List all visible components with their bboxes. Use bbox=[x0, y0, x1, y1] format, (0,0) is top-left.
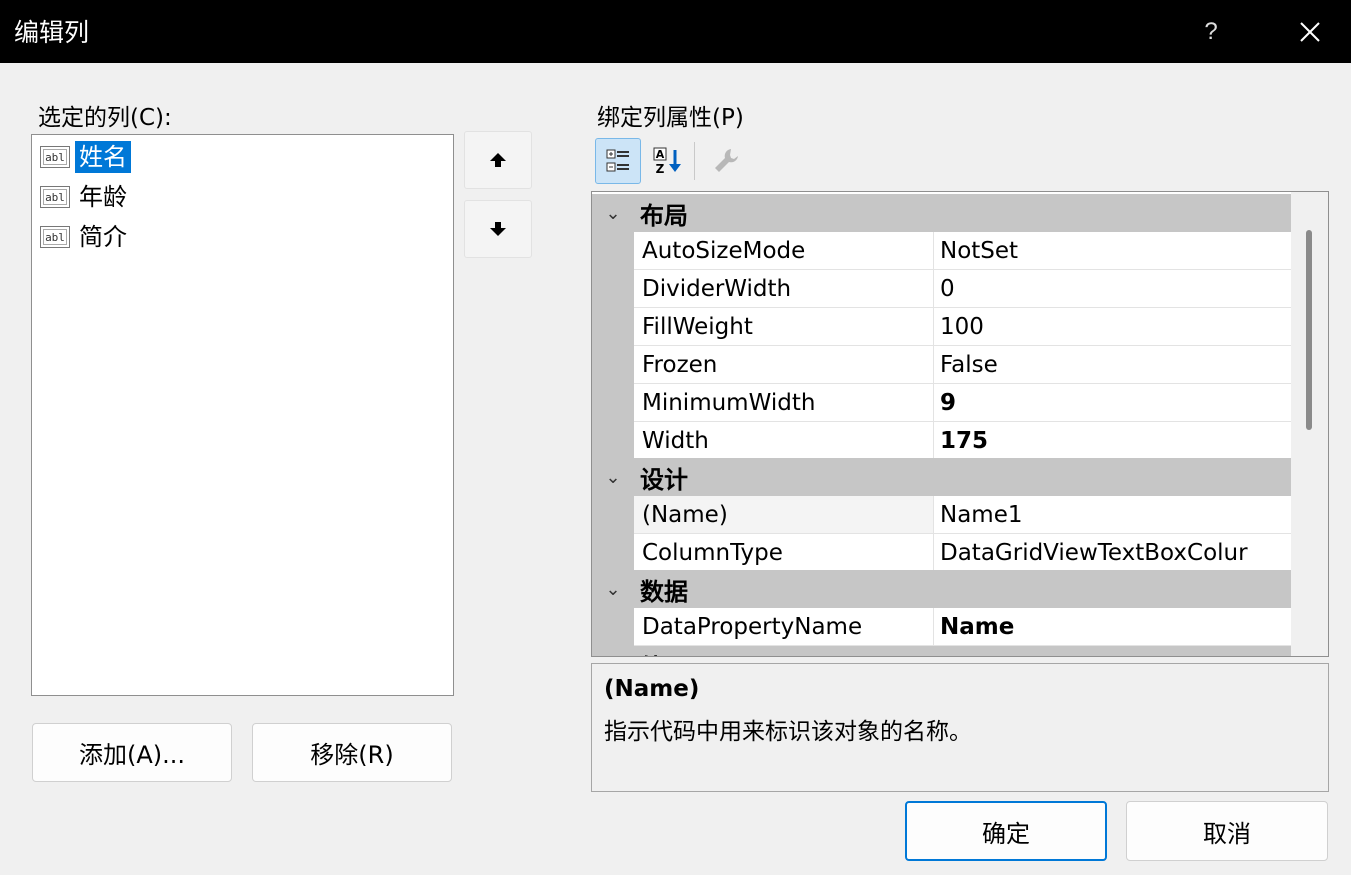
selected-columns-label: 选定的列(C): bbox=[38, 105, 172, 131]
property-value[interactable]: False bbox=[934, 346, 1291, 384]
column-label: 年龄 bbox=[79, 183, 127, 211]
description-panel: (Name) 指示代码中用来标识该对象的名称。 bbox=[591, 663, 1329, 792]
close-button[interactable] bbox=[1287, 10, 1333, 54]
property-value[interactable]: Name bbox=[934, 608, 1291, 646]
row-margin bbox=[592, 534, 634, 572]
textbox-column-icon: abl bbox=[40, 226, 70, 248]
property-row[interactable]: MinimumWidth 9 bbox=[592, 384, 1291, 422]
property-name: Frozen bbox=[634, 346, 934, 384]
categorized-icon bbox=[606, 149, 629, 172]
vertical-scrollbar[interactable] bbox=[1291, 192, 1328, 656]
property-name: Width bbox=[634, 422, 934, 460]
category-label: 布局 bbox=[640, 201, 688, 230]
alphabetical-button[interactable]: A Z bbox=[645, 138, 691, 184]
window-title: 编辑列 bbox=[14, 18, 90, 47]
list-item[interactable]: abl 简介 bbox=[40, 219, 131, 255]
row-margin bbox=[592, 496, 634, 534]
property-grid[interactable]: ⌄ 布局 AutoSizeMode NotSet DividerWidth 0 … bbox=[591, 191, 1329, 657]
property-row[interactable]: Frozen False bbox=[592, 346, 1291, 384]
column-label: 姓名 bbox=[75, 141, 131, 173]
category-label: 外观 bbox=[634, 648, 688, 657]
ok-button[interactable]: 确定 bbox=[905, 801, 1107, 861]
property-name: DataPropertyName bbox=[634, 608, 934, 646]
add-button[interactable]: 添加(A)... bbox=[32, 723, 232, 782]
property-name: DividerWidth bbox=[634, 270, 934, 308]
description-text: 指示代码中用来标识该对象的名称。 bbox=[604, 719, 972, 745]
move-up-button[interactable] bbox=[464, 131, 532, 189]
arrow-down-icon bbox=[490, 222, 506, 236]
property-name: AutoSizeMode bbox=[634, 232, 934, 270]
chevron-down-icon[interactable]: ⌄ bbox=[592, 203, 634, 224]
alphabetical-sort-icon: A Z bbox=[653, 147, 681, 176]
row-margin bbox=[592, 232, 634, 270]
textbox-column-icon: abl bbox=[40, 146, 70, 168]
category-label: 数据 bbox=[640, 577, 688, 606]
property-value[interactable]: 100 bbox=[934, 308, 1291, 346]
close-icon bbox=[1300, 22, 1320, 42]
row-margin bbox=[592, 422, 634, 460]
category-layout[interactable]: ⌄ 布局 bbox=[592, 194, 1291, 232]
property-row[interactable]: DividerWidth 0 bbox=[592, 270, 1291, 308]
property-grid-toolbar: A Z bbox=[591, 136, 751, 186]
cancel-button[interactable]: 取消 bbox=[1126, 801, 1328, 861]
property-pages-button[interactable] bbox=[703, 138, 749, 184]
property-row[interactable]: (Name) Name1 bbox=[592, 496, 1291, 534]
category-label: 设计 bbox=[640, 465, 688, 494]
chevron-down-icon[interactable]: ⌄ bbox=[592, 655, 634, 657]
property-name: FillWeight bbox=[634, 308, 934, 346]
textbox-column-icon: abl bbox=[40, 186, 70, 208]
property-value[interactable]: 175 bbox=[934, 422, 1291, 460]
scrollbar-thumb[interactable] bbox=[1306, 230, 1312, 430]
category-design[interactable]: ⌄ 设计 bbox=[592, 458, 1291, 496]
columns-list[interactable]: abl 姓名 abl 年龄 abl 简介 bbox=[31, 134, 454, 696]
category-appearance[interactable]: ⌄ 外观 bbox=[592, 646, 1291, 656]
property-name: ColumnType bbox=[634, 534, 934, 572]
property-row[interactable]: AutoSizeMode NotSet bbox=[592, 232, 1291, 270]
arrow-up-icon bbox=[490, 153, 506, 167]
row-margin bbox=[592, 308, 634, 346]
row-margin bbox=[592, 270, 634, 308]
remove-button[interactable]: 移除(R) bbox=[252, 723, 452, 782]
property-value[interactable]: Name1 bbox=[934, 496, 1291, 534]
property-value[interactable]: NotSet bbox=[934, 232, 1291, 270]
bound-column-properties-label: 绑定列属性(P) bbox=[597, 105, 744, 131]
row-margin bbox=[592, 608, 634, 646]
property-grid-rows: ⌄ 布局 AutoSizeMode NotSet DividerWidth 0 … bbox=[592, 192, 1291, 656]
column-label: 简介 bbox=[79, 223, 127, 251]
property-row[interactable]: ColumnType DataGridViewTextBoxColur bbox=[592, 534, 1291, 572]
svg-text:A: A bbox=[656, 148, 665, 161]
row-margin bbox=[592, 346, 634, 384]
property-row[interactable]: FillWeight 100 bbox=[592, 308, 1291, 346]
title-bar: 编辑列 ? bbox=[0, 0, 1351, 63]
wrench-icon bbox=[715, 149, 738, 172]
property-value[interactable]: DataGridViewTextBoxColur bbox=[934, 534, 1291, 572]
property-value[interactable]: 9 bbox=[934, 384, 1291, 422]
property-name: (Name) bbox=[634, 496, 934, 534]
property-row[interactable]: DataPropertyName Name bbox=[592, 608, 1291, 646]
categorized-button[interactable] bbox=[595, 138, 641, 184]
help-button[interactable]: ? bbox=[1189, 12, 1233, 52]
property-row[interactable]: Width 175 bbox=[592, 422, 1291, 460]
list-item[interactable]: abl 姓名 bbox=[40, 139, 131, 175]
category-data[interactable]: ⌄ 数据 bbox=[592, 570, 1291, 608]
toolbar-separator bbox=[694, 142, 695, 180]
svg-text:Z: Z bbox=[656, 162, 665, 176]
list-item[interactable]: abl 年龄 bbox=[40, 179, 131, 215]
chevron-down-icon[interactable]: ⌄ bbox=[592, 467, 634, 488]
description-title: (Name) bbox=[604, 676, 700, 702]
move-down-button[interactable] bbox=[464, 200, 532, 258]
chevron-down-icon[interactable]: ⌄ bbox=[592, 579, 634, 600]
property-name: MinimumWidth bbox=[634, 384, 934, 422]
property-value[interactable]: 0 bbox=[934, 270, 1291, 308]
row-margin bbox=[592, 384, 634, 422]
